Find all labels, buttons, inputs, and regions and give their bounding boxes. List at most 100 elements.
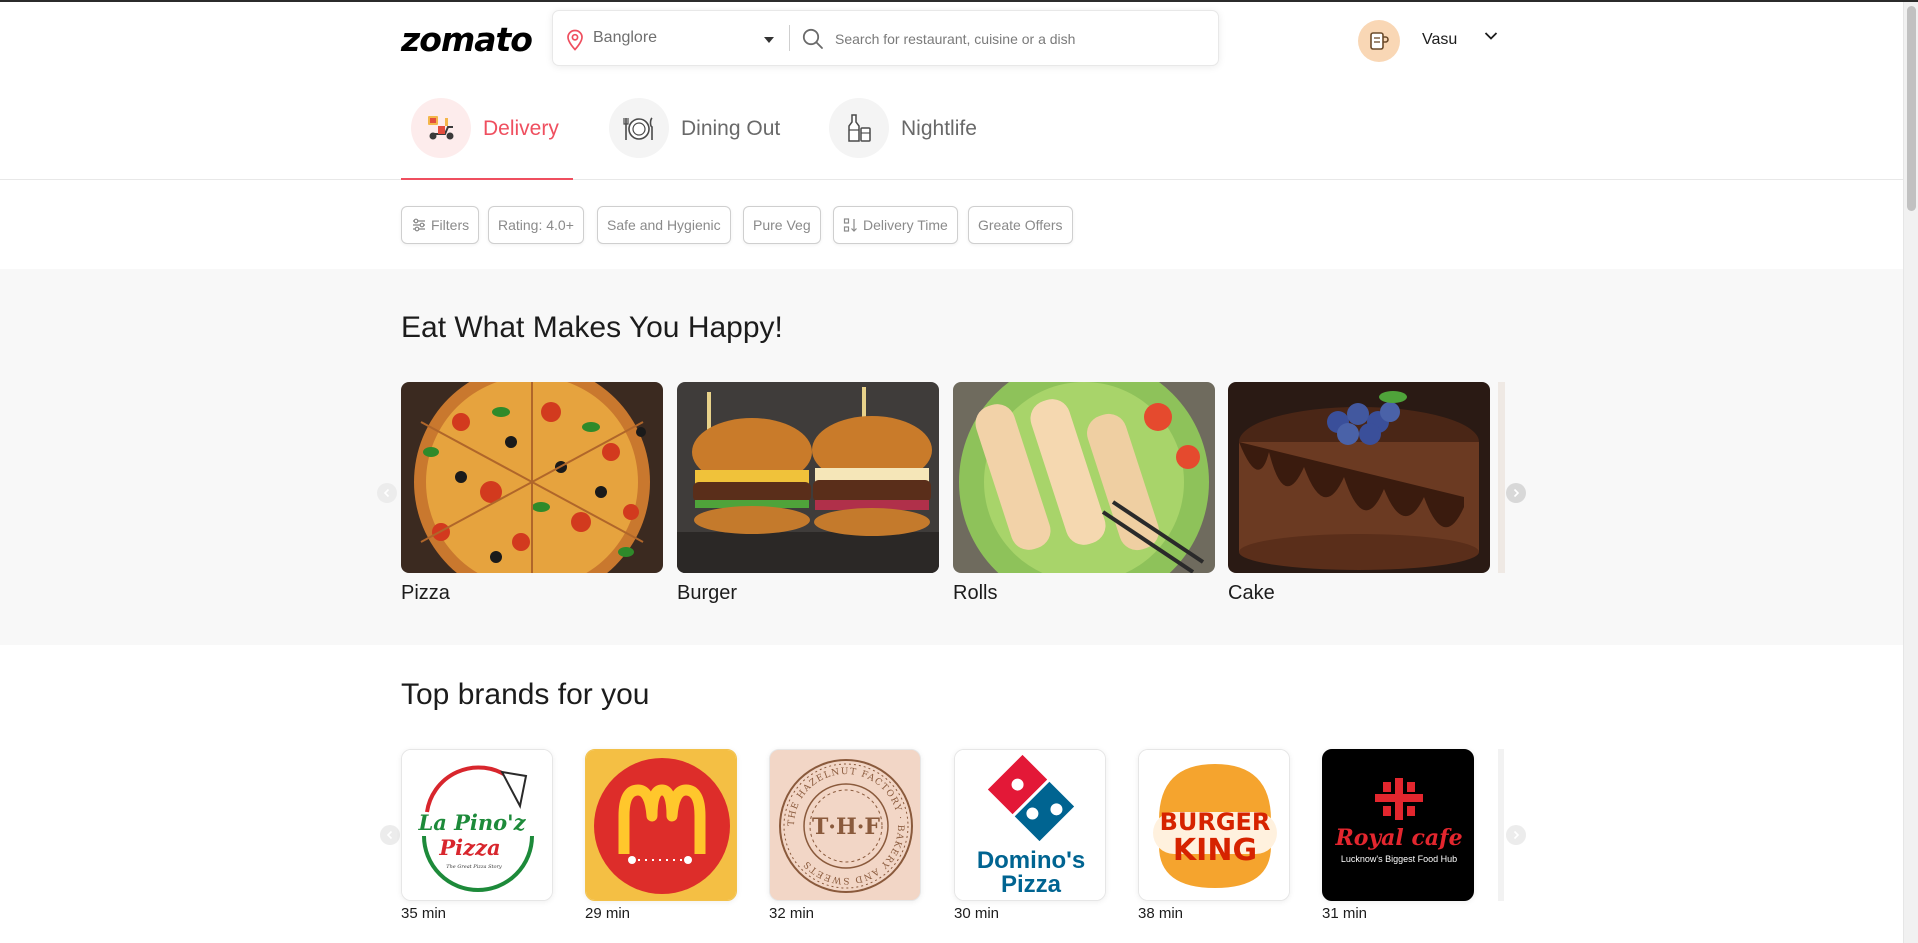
royal-cafe-logo-graphic: Royal cafe Lucknow's Biggest Food Hub [1323, 750, 1473, 900]
burger-illustration [677, 382, 939, 573]
brands-carousel-next-arrow[interactable] [1506, 825, 1526, 845]
category-label-rolls: Rolls [953, 582, 998, 604]
eat-section-title: Eat What Makes You Happy! [401, 311, 783, 344]
category-tabs: Delivery Dining Out Nightlife [0, 90, 1903, 180]
chevron-left-icon [386, 830, 393, 840]
great-offers-filter-chip[interactable]: Greate Offers [968, 206, 1073, 244]
brand-card-royal-cafe[interactable]: Royal cafe Lucknow's Biggest Food Hub 31… [1322, 749, 1474, 922]
category-card-burger[interactable]: Burger [677, 382, 939, 605]
pure-veg-filter-chip[interactable]: Pure Veg [743, 206, 821, 244]
zomato-logo[interactable]: zomato [401, 20, 533, 59]
category-card-rolls[interactable]: Rolls [953, 382, 1215, 605]
brands-carousel-prev-arrow[interactable] [380, 825, 400, 845]
dominos-logo-graphic: Domino's Pizza [955, 750, 1105, 900]
avatar-mug-icon [1370, 32, 1389, 50]
pure-veg-label: Pure Veg [753, 217, 811, 233]
dining-icon-circle [609, 98, 669, 158]
delivery-time: 38 min [1138, 905, 1184, 922]
tab-delivery-label: Delivery [483, 117, 559, 140]
sliders-icon [413, 218, 425, 232]
hazelnut-logo-text: T·H·F [812, 814, 880, 840]
drinks-bottle-icon [848, 114, 871, 142]
avatar[interactable] [1358, 20, 1400, 62]
brand-card-hazelnut-factory[interactable]: THE HAZELNUT FACTORY · BAKERY AND SWEETS… [769, 749, 921, 922]
burger-king-logo-graphic: BURGER KING [1139, 750, 1289, 900]
burger-king-logo-sub: KING [1173, 833, 1257, 868]
tab-nightlife[interactable]: Nightlife [819, 98, 994, 180]
dominos-logo-sub: Pizza [1001, 871, 1062, 898]
filter-bar: Filters Rating: 4.0+ Safe and Hygienic P… [0, 181, 1903, 269]
search-icon [802, 28, 823, 49]
header: zomato Banglore Vasu [0, 2, 1903, 74]
royal-cafe-logo: Royal cafe Lucknow's Biggest Food Hub [1322, 749, 1474, 901]
tab-delivery[interactable]: Delivery [401, 98, 573, 180]
search-divider [789, 25, 790, 51]
la-pinoz-tagline: The Great Pizza Story [446, 864, 502, 870]
burger-king-logo-text: BURGER [1160, 808, 1271, 836]
chevron-right-icon [1513, 830, 1520, 840]
hazelnut-factory-logo: THE HAZELNUT FACTORY · BAKERY AND SWEETS… [769, 749, 921, 901]
location-value[interactable]: Banglore [593, 29, 657, 47]
cake-image [1228, 382, 1490, 573]
brand-card-burger-king[interactable]: BURGER KING 38 min [1138, 749, 1290, 922]
delivery-time-label: Delivery Time [863, 217, 948, 233]
tab-dining-out[interactable]: Dining Out [599, 98, 789, 180]
search-bar: Banglore [552, 10, 1219, 66]
delivery-time: 30 min [954, 905, 1000, 922]
la-pinoz-logo-sub: Pizza [438, 835, 500, 860]
delivery-time-filter-chip[interactable]: Delivery Time [833, 206, 958, 244]
delivery-icon-circle [411, 98, 471, 158]
dining-plate-icon [623, 117, 653, 140]
rating-filter-label: Rating: 4.0+ [498, 217, 574, 233]
rolls-illustration [953, 382, 1215, 573]
location-dropdown-caret-icon[interactable] [764, 37, 774, 43]
chevron-right-icon [1513, 488, 1520, 498]
la-pinoz-logo-text: La Pino'z [417, 810, 526, 835]
la-pinoz-logo: La Pino'z Pizza The Great Pizza Story [401, 749, 553, 901]
eat-carousel-prev-arrow[interactable] [377, 483, 397, 503]
filters-label: Filters [431, 217, 470, 233]
filters-button[interactable]: Filters [401, 206, 480, 244]
nightlife-icon-circle [829, 98, 889, 158]
category-label-pizza: Pizza [401, 582, 450, 604]
next-brand-peek [1498, 749, 1504, 901]
page-scrollbar[interactable] [1903, 2, 1918, 943]
pizza-illustration [401, 382, 663, 573]
mcdonalds-logo-graphic [586, 750, 736, 900]
category-card-pizza[interactable]: Pizza [401, 382, 663, 605]
brand-card-la-pinoz[interactable]: La Pino'z Pizza The Great Pizza Story 35… [401, 749, 553, 922]
delivery-time: 32 min [769, 905, 815, 922]
brand-card-dominos[interactable]: Domino's Pizza 30 min [954, 749, 1106, 922]
delivery-time: 35 min [401, 905, 447, 922]
royal-cafe-logo-text: Royal cafe [1334, 825, 1462, 851]
delivery-time: 29 min [585, 905, 631, 922]
hazelnut-factory-logo-graphic: THE HAZELNUT FACTORY · BAKERY AND SWEETS… [770, 750, 920, 900]
chevron-down-icon[interactable] [1484, 31, 1498, 41]
scrollbar-thumb[interactable] [1907, 6, 1916, 211]
sort-icon [843, 218, 857, 232]
mcdonalds-logo [585, 749, 737, 901]
dominos-logo: Domino's Pizza [954, 749, 1106, 901]
tab-dining-out-label: Dining Out [681, 117, 781, 140]
tab-nightlife-label: Nightlife [901, 117, 977, 140]
dominos-logo-text: Domino's [977, 847, 1085, 874]
brand-card-mcdonalds[interactable]: 29 min [585, 749, 737, 922]
burger-king-logo: BURGER KING [1138, 749, 1290, 901]
eat-what-makes-you-happy-section: Eat What Makes You Happy! Pizza Burger R… [0, 269, 1903, 645]
username[interactable]: Vasu [1422, 31, 1457, 49]
category-label-cake: Cake [1228, 582, 1275, 604]
cake-illustration [1228, 382, 1490, 573]
safe-hygienic-label: Safe and Hygienic [607, 217, 721, 233]
chevron-left-icon [383, 488, 390, 498]
royal-cafe-tagline: Lucknow's Biggest Food Hub [1341, 854, 1457, 864]
scooter-icon [428, 116, 454, 140]
search-input[interactable] [835, 25, 1205, 53]
category-card-cake[interactable]: Cake [1228, 382, 1490, 605]
rating-filter-chip[interactable]: Rating: 4.0+ [488, 206, 584, 244]
eat-carousel-next-arrow[interactable] [1506, 483, 1526, 503]
pizza-image [401, 382, 663, 573]
safe-hygienic-filter-chip[interactable]: Safe and Hygienic [597, 206, 731, 244]
burger-image [677, 382, 939, 573]
active-tab-underline [401, 178, 573, 180]
la-pinoz-logo-graphic: La Pino'z Pizza The Great Pizza Story [402, 750, 552, 900]
